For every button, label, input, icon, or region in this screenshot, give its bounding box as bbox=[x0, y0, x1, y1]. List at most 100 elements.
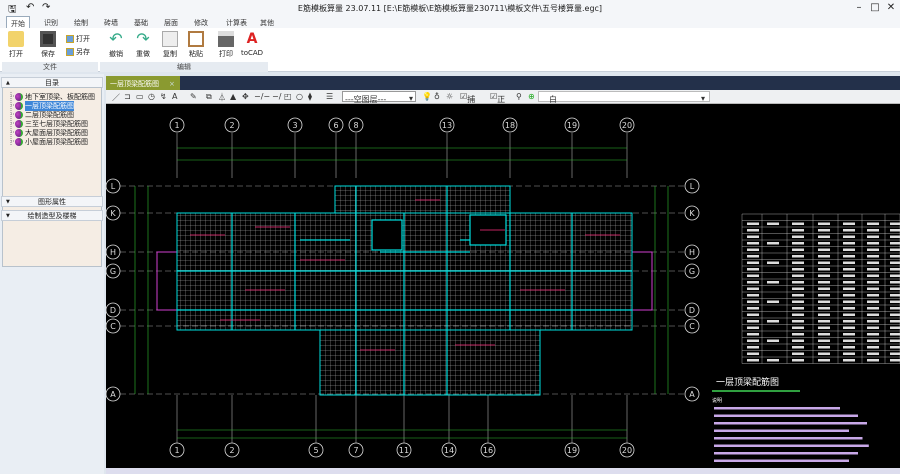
block-tool-icon[interactable]: ⧫ bbox=[308, 92, 312, 101]
table-cell-text bbox=[867, 222, 879, 225]
table-cell-text bbox=[818, 248, 830, 251]
table-cell-text bbox=[867, 300, 879, 303]
drawing-icon bbox=[15, 129, 23, 137]
line-tool-icon[interactable]: ／ bbox=[112, 92, 120, 103]
maximize-button[interactable]: □ bbox=[868, 2, 882, 13]
bottom-axis-bubble: 2 bbox=[224, 442, 240, 458]
ribbon-tab[interactable]: 层面 bbox=[160, 16, 182, 28]
print-button[interactable]: 打印 bbox=[214, 31, 238, 59]
ortho-checkbox[interactable]: ☑ 正交 bbox=[490, 92, 505, 115]
table-cell-text bbox=[867, 326, 879, 329]
array-tool-icon[interactable]: ▲ bbox=[230, 92, 236, 101]
note-line bbox=[714, 422, 867, 425]
right-axis-bubble: D bbox=[684, 302, 700, 318]
table-cell-text bbox=[890, 281, 900, 284]
table-cell-text bbox=[890, 333, 900, 336]
brush-tool-icon[interactable]: ✎ bbox=[190, 92, 197, 101]
horizontal-scrollbar[interactable] bbox=[106, 468, 900, 474]
table-cell-text bbox=[843, 274, 855, 277]
minimize-button[interactable]: – bbox=[852, 2, 866, 13]
axis-label: C bbox=[110, 322, 116, 331]
ribbon-tab[interactable]: 修改 bbox=[190, 16, 212, 28]
ribbon-tab[interactable]: 识别 bbox=[40, 16, 62, 28]
axis-label: 1 bbox=[174, 446, 179, 455]
move-tool-icon[interactable]: ✥ bbox=[242, 92, 249, 101]
table-cell-text bbox=[843, 248, 855, 251]
ribbon-tab[interactable]: 基础 bbox=[130, 16, 152, 28]
tree-item[interactable]: 小屋面层顶梁配筋图 bbox=[15, 137, 88, 147]
save-button[interactable]: 保存 bbox=[36, 31, 60, 59]
sun-icon[interactable]: ☼ bbox=[446, 92, 453, 101]
table-cell-text bbox=[747, 294, 759, 297]
scale-tool-icon[interactable]: ◰ bbox=[284, 92, 292, 101]
copy-tool-icon[interactable]: ⧉ bbox=[206, 92, 212, 102]
left-panel: ▲ 目录 地下室顶梁、板配筋图 一层顶梁配筋图 二层顶梁配筋图 三至七层顶梁配筋图 大屋面… bbox=[0, 74, 104, 474]
close-tab-icon[interactable]: × bbox=[169, 80, 175, 88]
table-cell-text bbox=[747, 287, 759, 290]
trim-tool-icon[interactable]: −/− bbox=[254, 92, 270, 101]
extend-tool-icon[interactable]: −/ bbox=[272, 92, 281, 101]
properties-header[interactable]: ▼ 图形属性 bbox=[1, 196, 103, 207]
open2-button[interactable]: 打开 bbox=[66, 34, 90, 44]
table-cell-text bbox=[890, 313, 900, 316]
building-plan bbox=[156, 185, 653, 396]
table-cell-text bbox=[767, 320, 779, 323]
table-cell-text bbox=[792, 313, 804, 316]
notes-text bbox=[714, 407, 869, 462]
color-select[interactable]: 白 ▾ bbox=[538, 91, 710, 104]
table-cell-text bbox=[843, 229, 855, 232]
document-tab[interactable]: 一层顶梁配筋图 × bbox=[106, 76, 180, 90]
layer-manager-icon[interactable]: ☰ bbox=[326, 92, 333, 101]
table-cell-text bbox=[747, 352, 759, 355]
mirror-tool-icon[interactable]: ⏃ bbox=[218, 92, 226, 103]
open-button[interactable]: 打开 bbox=[4, 31, 28, 59]
table-cell-text bbox=[843, 235, 855, 238]
table-cell-text bbox=[867, 281, 879, 284]
ribbon-tab[interactable]: 绘制 bbox=[70, 16, 92, 28]
layer-select[interactable]: ---空图层--- ▾ bbox=[342, 91, 416, 104]
circle-tool-icon[interactable]: ◷ bbox=[148, 92, 155, 101]
saveas-button[interactable]: 另存 bbox=[66, 47, 90, 57]
ribbon-tab[interactable]: 其他 bbox=[256, 16, 278, 28]
table-cell-text bbox=[867, 339, 879, 342]
top-axis-bubble: 1 bbox=[169, 117, 185, 133]
text-tool-icon[interactable]: A bbox=[172, 92, 177, 101]
bulb-icon[interactable]: ♁ bbox=[434, 92, 440, 101]
undo-button[interactable]: ↶ 撤销 bbox=[104, 31, 128, 59]
cad-canvas[interactable]: 1 2 3 6 8 13 18 19 20 1 2 5 7 11 14 16 19 20 L L K K H H G G D D C C A… bbox=[105, 104, 900, 468]
table-cell-text bbox=[890, 294, 900, 297]
table-cell-text bbox=[843, 333, 855, 336]
tocad-label: toCAD bbox=[240, 49, 264, 57]
copy-icon bbox=[162, 31, 178, 47]
ribbon-tab[interactable]: 开始 bbox=[6, 16, 30, 28]
title-bar: 🖫 ↶ ↷ E筋模板算量 23.07.11 [E:\E筋模板\E筋模板算量230… bbox=[0, 0, 900, 16]
paste-button[interactable]: 粘贴 bbox=[184, 31, 208, 59]
table-cell-text bbox=[792, 294, 804, 297]
table-cell-text bbox=[747, 268, 759, 271]
ribbon-tab[interactable]: 砖墙 bbox=[100, 16, 122, 28]
table-cell-text bbox=[747, 235, 759, 238]
axis-label: 7 bbox=[353, 446, 358, 455]
copy-button[interactable]: 复制 bbox=[158, 31, 182, 59]
draw-header[interactable]: ▼ 绘制造型及楼梯 bbox=[1, 210, 103, 221]
close-button[interactable]: ✕ bbox=[884, 2, 898, 13]
arc-tool-icon[interactable]: ↯ bbox=[160, 92, 167, 101]
zoom-window-icon[interactable]: ⚲ bbox=[516, 92, 522, 101]
table-cell-text bbox=[818, 281, 830, 284]
table-cell-text bbox=[818, 326, 830, 329]
ribbon-tab[interactable]: 计算表 bbox=[222, 16, 251, 28]
table-cell-text bbox=[792, 268, 804, 271]
redo-button[interactable]: ↷ 重做 bbox=[131, 31, 155, 59]
rotate-tool-icon[interactable]: ○ bbox=[296, 92, 303, 101]
drawing[interactable]: 1 2 3 6 8 13 18 19 201 2 5 7 11 14 16 19 20L LK KH HG GD DC CA… bbox=[105, 104, 900, 468]
table-cell-text bbox=[792, 359, 804, 362]
axis-label: 5 bbox=[313, 446, 318, 455]
snap-checkbox[interactable]: ☑ 捕捉 bbox=[460, 92, 475, 115]
axis-label: G bbox=[689, 267, 695, 276]
rectangle-tool-icon[interactable]: ▭ bbox=[136, 92, 144, 101]
layer-off-icon[interactable]: 💡 bbox=[422, 92, 432, 101]
tocad-button[interactable]: AtoCAD bbox=[240, 31, 264, 57]
polyline-tool-icon[interactable]: ⊐ bbox=[124, 92, 131, 101]
table-cell-text bbox=[843, 326, 855, 329]
crosshair-icon[interactable]: ⊕ bbox=[528, 92, 535, 101]
